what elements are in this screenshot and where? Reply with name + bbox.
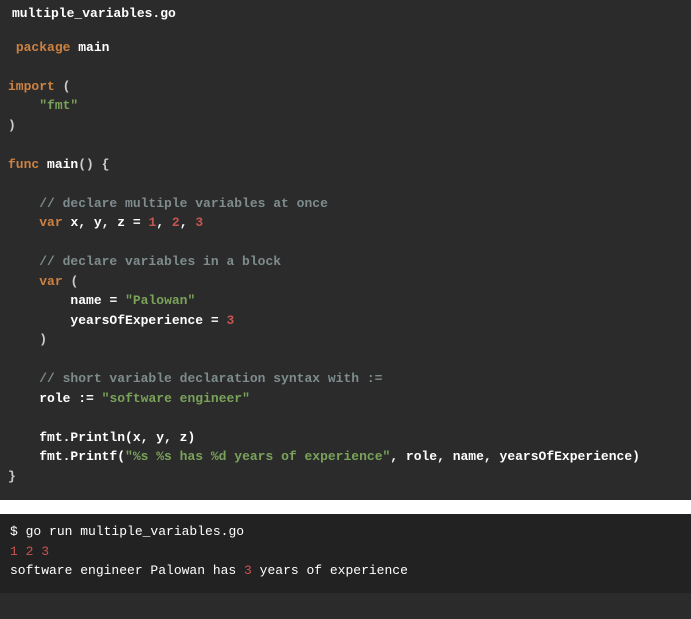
var-names: x, y, z [70,215,125,230]
filename-label: multiple_variables.go [8,0,683,38]
equals: = [211,313,219,328]
terminal-panel: $ go run multiple_variables.go 1 2 3 sof… [0,514,691,593]
call-args: , role, name, yearsOfExperience) [390,449,640,464]
code-line: var x, y, z = 1, 2, 3 [8,213,683,233]
code-line: } [8,467,683,487]
keyword-func: func [8,157,39,172]
command-text: go run multiple_variables.go [26,524,244,539]
keyword-var: var [39,215,62,230]
string-literal: "%s %s has %d years of experience" [125,449,390,464]
output-number: 1 [10,544,18,559]
code-line: yearsOfExperience = 3 [8,311,683,331]
number-literal: 3 [226,313,234,328]
func-call: fmt.Println [39,430,125,445]
paren: ) [8,118,16,133]
short-decl-op: := [78,391,94,406]
code-line: fmt.Printf("%s %s has %d years of experi… [8,447,683,467]
var-name: name [70,293,101,308]
output-space [18,544,26,559]
code-editor: multiple_variables.go package main impor… [0,0,691,500]
prompt: $ [10,524,26,539]
code-line: // declare variables in a block [8,252,683,272]
terminal-command-line: $ go run multiple_variables.go [10,522,681,542]
string-literal: "software engineer" [102,391,250,406]
code-line-blank [8,57,683,77]
equals: = [133,215,141,230]
code-line: var ( [8,272,683,292]
code-line: package main [8,38,683,58]
keyword-var: var [39,274,62,289]
equals: = [109,293,117,308]
import-path: "fmt" [39,98,78,113]
terminal-output-line: software engineer Palowan has 3 years of… [10,561,681,581]
output-number: 3 [244,563,252,578]
comment: // short variable declaration syntax wit… [39,371,382,386]
code-line-blank [8,350,683,370]
code-line: // declare multiple variables at once [8,194,683,214]
var-name: role [39,391,70,406]
panel-separator [0,500,691,514]
code-line: role := "software engineer" [8,389,683,409]
paren: ( [70,274,78,289]
comma: , [180,215,188,230]
brace: { [102,157,110,172]
code-line-blank [8,135,683,155]
output-text: software engineer Palowan has [10,563,244,578]
string-literal: "Palowan" [125,293,195,308]
paren: ( [63,79,71,94]
code-line: ) [8,116,683,136]
terminal-output-line: 1 2 3 [10,542,681,562]
code-line-blank [8,174,683,194]
output-number: 3 [41,544,49,559]
func-name: main [47,157,78,172]
keyword-package: package [16,40,71,55]
output-text: years of experience [252,563,408,578]
call-args: (x, y, z) [125,430,195,445]
number-literal: 3 [195,215,203,230]
paren: ) [39,332,47,347]
code-line-blank [8,408,683,428]
brace: } [8,469,16,484]
code-line: name = "Palowan" [8,291,683,311]
code-line: // short variable declaration syntax wit… [8,369,683,389]
comma: , [156,215,164,230]
func-call: fmt.Printf [39,449,117,464]
keyword-import: import [8,79,55,94]
paren: ( [117,449,125,464]
code-line: import ( [8,77,683,97]
func-sig: () [78,157,94,172]
code-line-blank [8,233,683,253]
code-line: "fmt" [8,96,683,116]
code-line: func main() { [8,155,683,175]
package-name: main [78,40,109,55]
code-line: ) [8,330,683,350]
comment: // declare variables in a block [39,254,281,269]
comment: // declare multiple variables at once [39,196,328,211]
var-name: yearsOfExperience [70,313,203,328]
code-line: fmt.Println(x, y, z) [8,428,683,448]
number-literal: 2 [172,215,180,230]
